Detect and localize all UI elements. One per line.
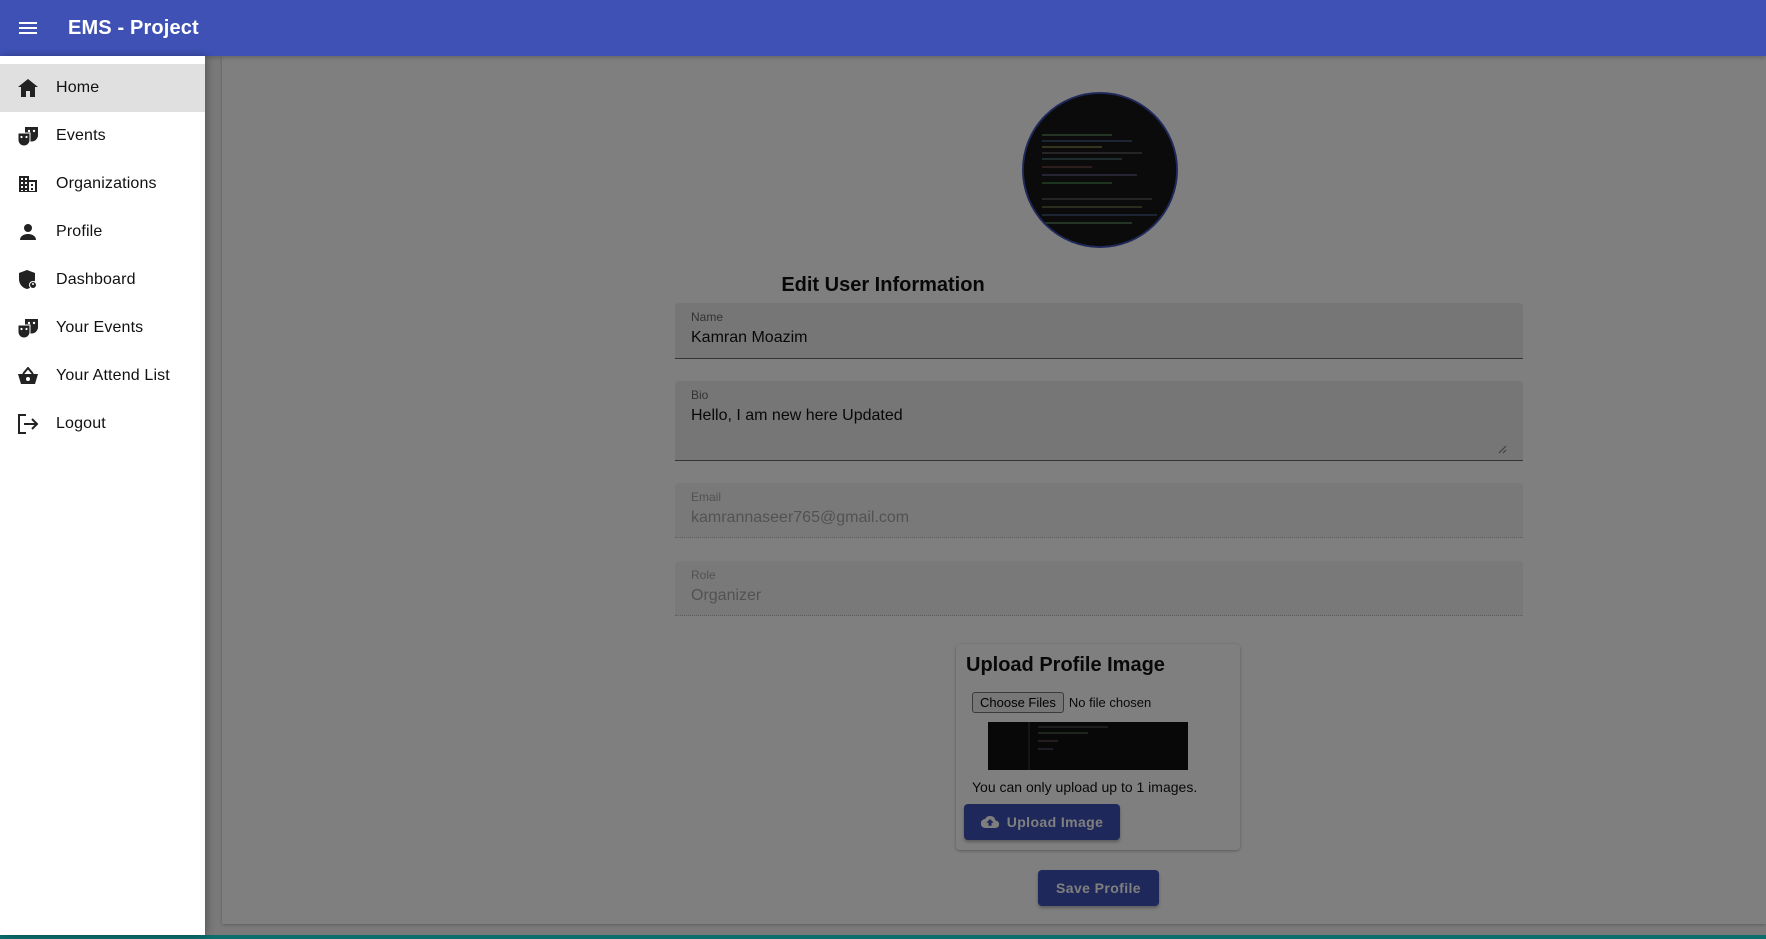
nav-item-label: Dashboard [56, 271, 136, 288]
nav-item-label: Logout [56, 415, 106, 432]
nav-item-label: Your Attend List [56, 367, 170, 384]
hamburger-menu-icon [19, 22, 37, 34]
logout-icon [16, 412, 40, 436]
nav-item-label: Profile [56, 223, 103, 240]
theater-masks-icon [16, 124, 40, 148]
nav-item-profile[interactable]: Profile [0, 208, 205, 256]
nav-item-label: Home [56, 79, 100, 96]
nav-item-label: Your Events [56, 319, 144, 336]
bottom-strip [0, 935, 1766, 939]
nav-item-label: Events [56, 127, 106, 144]
building-icon [16, 172, 40, 196]
nav-item-events[interactable]: Events [0, 112, 205, 160]
navigation-drawer: Home Events Organizations Profile Dashbo… [0, 56, 205, 935]
theater-masks-icon [16, 316, 40, 340]
basket-icon [16, 364, 40, 388]
nav-item-logout[interactable]: Logout [0, 400, 205, 448]
person-icon [16, 220, 40, 244]
drawer-backdrop[interactable] [0, 56, 1766, 939]
nav-item-your-attend-list[interactable]: Your Attend List [0, 352, 205, 400]
app-bar: EMS - Project [0, 0, 1766, 56]
nav-item-dashboard[interactable]: Dashboard [0, 256, 205, 304]
home-icon [16, 76, 40, 100]
nav-item-label: Organizations [56, 175, 157, 192]
admin-shield-icon [16, 268, 40, 292]
menu-button[interactable] [0, 0, 56, 56]
app-title: EMS - Project [68, 16, 199, 39]
nav-item-organizations[interactable]: Organizations [0, 160, 205, 208]
nav-item-your-events[interactable]: Your Events [0, 304, 205, 352]
nav-item-home[interactable]: Home [0, 64, 205, 112]
